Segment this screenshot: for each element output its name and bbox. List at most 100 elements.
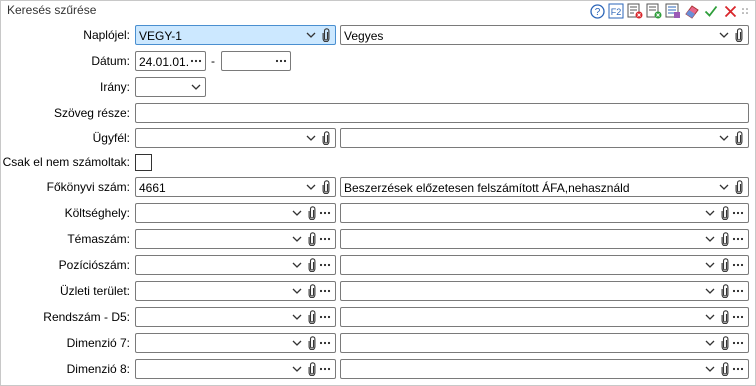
date-to-field[interactable] bbox=[221, 51, 291, 71]
chevron-down-icon[interactable] bbox=[290, 232, 304, 246]
ok-check-icon[interactable] bbox=[703, 3, 719, 19]
paperclip-icon[interactable] bbox=[718, 232, 732, 246]
koltseghely-code-field[interactable] bbox=[135, 203, 336, 223]
chevron-down-icon[interactable] bbox=[290, 206, 304, 220]
paperclip-icon[interactable] bbox=[718, 310, 732, 324]
chevron-down-icon[interactable] bbox=[703, 310, 717, 324]
filter-toolbar: ? F2 bbox=[589, 3, 749, 19]
more-dots-icon[interactable] bbox=[731, 336, 745, 350]
more-dots-icon[interactable] bbox=[318, 310, 332, 324]
temaszam-code-field[interactable] bbox=[135, 229, 336, 249]
fokonyvi-name-field[interactable]: Beszerzések előzetesen felszámított ÁFA,… bbox=[340, 177, 749, 197]
clear-filter-icon[interactable] bbox=[627, 3, 643, 19]
dim8-label: Dimenzió 8: bbox=[66, 362, 130, 376]
csak-el-nem-label: Csak el nem számoltak: bbox=[2, 155, 130, 169]
uzleti-code-field[interactable] bbox=[135, 281, 336, 301]
dim7-label: Dimenzió 7: bbox=[66, 336, 130, 350]
paperclip-icon[interactable] bbox=[305, 232, 319, 246]
more-dots-icon[interactable] bbox=[318, 362, 332, 376]
resize-grip-icon[interactable] bbox=[741, 3, 749, 19]
poziciosz-name-field[interactable] bbox=[340, 255, 749, 275]
chevron-down-icon[interactable] bbox=[703, 206, 717, 220]
dim8-row: Dimenzió 8: bbox=[1, 359, 756, 379]
chevron-down-icon[interactable] bbox=[290, 284, 304, 298]
chevron-down-icon[interactable] bbox=[703, 258, 717, 272]
help-icon[interactable]: ? bbox=[589, 3, 605, 19]
chevron-down-icon[interactable] bbox=[717, 131, 731, 145]
more-dots-icon[interactable] bbox=[318, 258, 332, 272]
more-dots-icon[interactable] bbox=[731, 310, 745, 324]
poziciosz-code-field[interactable] bbox=[135, 255, 336, 275]
fokonyvi-code-field[interactable]: 4661 bbox=[135, 177, 336, 197]
chevron-down-icon[interactable] bbox=[703, 284, 717, 298]
csak-el-nem-row: Csak el nem számoltak: bbox=[1, 152, 756, 172]
text-part-input[interactable] bbox=[135, 103, 749, 123]
chevron-down-icon[interactable] bbox=[717, 180, 731, 194]
more-dots-icon[interactable] bbox=[731, 284, 745, 298]
ugyfel-code-field[interactable] bbox=[135, 128, 336, 148]
more-dots-icon[interactable] bbox=[731, 258, 745, 272]
dim8-name-field[interactable] bbox=[340, 359, 749, 379]
naplojel-name-field[interactable]: Vegyes bbox=[340, 25, 749, 45]
chevron-down-icon[interactable] bbox=[304, 180, 318, 194]
paperclip-icon[interactable] bbox=[305, 336, 319, 350]
dim7-code-field[interactable] bbox=[135, 333, 336, 353]
temaszam-name-field[interactable] bbox=[340, 229, 749, 249]
paperclip-icon[interactable] bbox=[718, 362, 732, 376]
more-dots-icon[interactable] bbox=[318, 232, 332, 246]
paperclip-icon[interactable] bbox=[319, 28, 333, 42]
paperclip-icon[interactable] bbox=[319, 131, 333, 145]
chevron-down-icon[interactable] bbox=[717, 28, 731, 42]
unsettled-only-checkbox[interactable] bbox=[135, 154, 152, 171]
irany-dropdown[interactable] bbox=[135, 77, 206, 97]
temaszam-label: Témaszám: bbox=[67, 232, 130, 246]
more-dots-icon[interactable] bbox=[318, 336, 332, 350]
chevron-down-icon[interactable] bbox=[290, 336, 304, 350]
chevron-down-icon[interactable] bbox=[304, 131, 318, 145]
dim7-name-field[interactable] bbox=[340, 333, 749, 353]
paperclip-icon[interactable] bbox=[305, 310, 319, 324]
paperclip-icon[interactable] bbox=[319, 180, 333, 194]
naplojel-code-field[interactable]: VEGY-1 bbox=[135, 25, 336, 45]
dim8-code-field[interactable] bbox=[135, 359, 336, 379]
date-from-field[interactable]: 24.01.01. bbox=[135, 51, 206, 71]
more-dots-icon[interactable] bbox=[731, 206, 745, 220]
paperclip-icon[interactable] bbox=[718, 206, 732, 220]
paperclip-icon[interactable] bbox=[732, 180, 746, 194]
paperclip-icon[interactable] bbox=[305, 284, 319, 298]
paperclip-icon[interactable] bbox=[718, 336, 732, 350]
chevron-down-icon[interactable] bbox=[290, 258, 304, 272]
chevron-down-icon[interactable] bbox=[703, 362, 717, 376]
chevron-down-icon[interactable] bbox=[189, 80, 203, 94]
rendszam-code-field[interactable] bbox=[135, 307, 336, 327]
paperclip-icon[interactable] bbox=[305, 362, 319, 376]
filter-settings-icon[interactable] bbox=[665, 3, 681, 19]
more-dots-icon[interactable] bbox=[731, 362, 745, 376]
more-dots-icon[interactable] bbox=[731, 232, 745, 246]
chevron-down-icon[interactable] bbox=[703, 336, 717, 350]
paperclip-icon[interactable] bbox=[305, 206, 319, 220]
paperclip-icon[interactable] bbox=[718, 284, 732, 298]
cancel-x-icon[interactable] bbox=[722, 3, 738, 19]
szoveg-row: Szöveg része: bbox=[1, 103, 756, 123]
chevron-down-icon[interactable] bbox=[290, 310, 304, 324]
delete-filter-icon[interactable] bbox=[646, 3, 662, 19]
ugyfel-name-field[interactable] bbox=[340, 128, 749, 148]
paperclip-icon[interactable] bbox=[732, 131, 746, 145]
f2-icon[interactable]: F2 bbox=[608, 3, 624, 19]
date-picker-dots-icon[interactable] bbox=[189, 54, 203, 68]
uzleti-name-field[interactable] bbox=[340, 281, 749, 301]
date-picker-dots-icon[interactable] bbox=[274, 54, 288, 68]
koltseghely-name-field[interactable] bbox=[340, 203, 749, 223]
date-range-separator: - bbox=[211, 54, 215, 68]
chevron-down-icon[interactable] bbox=[290, 362, 304, 376]
rendszam-name-field[interactable] bbox=[340, 307, 749, 327]
paperclip-icon[interactable] bbox=[732, 28, 746, 42]
more-dots-icon[interactable] bbox=[318, 206, 332, 220]
paperclip-icon[interactable] bbox=[718, 258, 732, 272]
chevron-down-icon[interactable] bbox=[703, 232, 717, 246]
more-dots-icon[interactable] bbox=[318, 284, 332, 298]
chevron-down-icon[interactable] bbox=[304, 28, 318, 42]
eraser-icon[interactable] bbox=[684, 3, 700, 19]
paperclip-icon[interactable] bbox=[305, 258, 319, 272]
